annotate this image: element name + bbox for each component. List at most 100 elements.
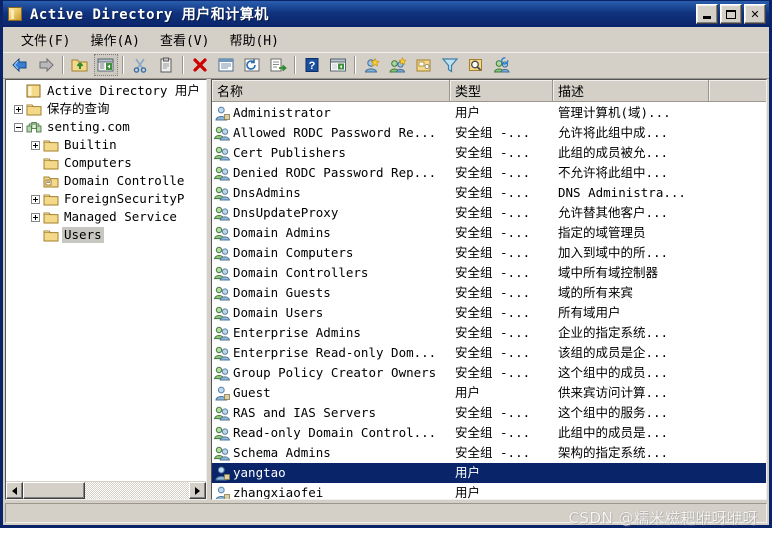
table-row[interactable]: Read-only Domain Control... 安全组 -... 此组中的成… — [212, 423, 766, 443]
table-row[interactable]: Domain Guests 安全组 -... 域的所有来宾 — [212, 283, 766, 303]
tree-node-foreign-security-principals[interactable]: ForeignSecurityP — [8, 190, 206, 208]
screenshot-root: Active Directory 用户和计算机 ✕ 文件(F) 操作(A) 查看… — [0, 0, 772, 542]
cell-name: DnsUpdateProxy — [212, 204, 450, 222]
menu-view[interactable]: 查看(V) — [150, 28, 219, 51]
refresh-icon[interactable] — [240, 54, 264, 76]
delete-x-icon[interactable] — [188, 54, 212, 76]
tree-node-builtin[interactable]: Builtin — [8, 136, 206, 154]
cell-description: 允许将此组中成... — [558, 125, 669, 140]
minimize-button[interactable] — [696, 4, 718, 24]
cell-name-text: yangtao — [233, 465, 286, 480]
scroll-left-button[interactable] — [6, 482, 23, 499]
menu-bar: 文件(F) 操作(A) 查看(V) 帮助(H) — [3, 27, 769, 52]
tree-expander[interactable] — [27, 208, 43, 226]
list-body[interactable]: Administrator 用户 管理计算机(域)... Allowed RODC P… — [212, 102, 766, 499]
tree-expander[interactable] — [10, 118, 26, 136]
table-row[interactable]: Domain Controllers 安全组 -... 域中所有域控制器 — [212, 263, 766, 283]
cell-type: 用户 — [455, 105, 481, 120]
new-ou-icon[interactable] — [412, 54, 436, 76]
table-row[interactable]: DnsAdmins 安全组 -... DNS Administra... — [212, 183, 766, 203]
filter-funnel-icon[interactable] — [438, 54, 462, 76]
table-row[interactable]: Denied RODC Password Rep... 安全组 -... 不允许将此… — [212, 163, 766, 183]
cell-name-text: Domain Admins — [233, 225, 331, 240]
table-row[interactable]: Cert Publishers 安全组 -... 此组的成员被允... — [212, 143, 766, 163]
table-row[interactable]: Domain Users 安全组 -... 所有域用户 — [212, 303, 766, 323]
group-icon — [214, 245, 230, 261]
scroll-right-button[interactable] — [189, 482, 206, 499]
show-console-tree-icon[interactable] — [94, 54, 118, 76]
scroll-thumb[interactable] — [23, 482, 85, 499]
toolbar-separator — [182, 56, 184, 74]
column-header-description[interactable]: 描述 — [553, 80, 709, 101]
cell-name-text: Domain Guests — [233, 285, 331, 300]
cell-description: 供来宾访问计算... — [558, 385, 669, 400]
table-row[interactable]: Allowed RODC Password Re... 安全组 -... 允许将此组… — [212, 123, 766, 143]
find-icon[interactable] — [464, 54, 488, 76]
add-members-icon[interactable] — [490, 54, 514, 76]
cell-description: 此组中的成员是... — [558, 425, 669, 440]
new-group-icon[interactable] — [386, 54, 410, 76]
table-row[interactable]: Enterprise Admins 安全组 -... 企业的指定系统... — [212, 323, 766, 343]
cut-scissors-icon[interactable] — [128, 54, 152, 76]
tree-node-domain-senting-com[interactable]: senting.com — [8, 118, 206, 136]
tree-node-label: ForeignSecurityP — [64, 191, 185, 206]
console-tree[interactable]: Active Directory 用户 保存的查询 senting.com Bu… — [6, 80, 206, 481]
cell-description: 域的所有来宾 — [558, 285, 634, 300]
tree-node-computers[interactable]: Computers — [8, 154, 206, 172]
paste-clipboard-icon[interactable] — [154, 54, 178, 76]
table-row[interactable]: RAS and IAS Servers 安全组 -... 这个组中的服务... — [212, 403, 766, 423]
help-question-icon[interactable]: ? — [300, 54, 324, 76]
tree-node-saved-queries[interactable]: 保存的查询 — [8, 100, 206, 118]
column-header-name[interactable]: 名称 — [212, 80, 450, 101]
tree-node-users[interactable]: Users — [8, 226, 206, 244]
column-header-filler[interactable] — [709, 80, 766, 101]
table-row[interactable]: zhangxiaofei 用户 — [212, 483, 766, 499]
cell-name-text: Domain Users — [233, 305, 324, 320]
table-row[interactable]: Domain Computers 安全组 -... 加入到域中的所... — [212, 243, 766, 263]
properties-icon[interactable] — [214, 54, 238, 76]
table-row[interactable]: Administrator 用户 管理计算机(域)... — [212, 103, 766, 123]
cell-type: 安全组 -... — [455, 165, 531, 180]
tree-node-active-directory-root[interactable]: Active Directory 用户 — [8, 82, 206, 100]
cell-name-text: Read-only Domain Control... — [233, 425, 437, 440]
tree-horizontal-scrollbar[interactable] — [6, 481, 206, 499]
cell-name: yangtao — [212, 464, 450, 482]
cell-name-text: Enterprise Read-only Dom... — [233, 345, 437, 360]
table-row[interactable]: Enterprise Read-only Dom... 安全组 -... 该组的成员… — [212, 343, 766, 363]
console-window-icon[interactable] — [326, 54, 350, 76]
maximize-button[interactable] — [720, 4, 742, 24]
cell-name: Domain Computers — [212, 244, 450, 262]
up-folder-icon[interactable] — [68, 54, 92, 76]
table-row[interactable]: Guest 用户 供来宾访问计算... — [212, 383, 766, 403]
back-arrow-icon[interactable] — [8, 54, 32, 76]
tree-expander[interactable] — [27, 136, 43, 154]
table-row[interactable]: Domain Admins 安全组 -... 指定的域管理员 — [212, 223, 766, 243]
toolbar: ? — [3, 52, 769, 79]
folder-icon — [43, 156, 59, 171]
tree-node-domain-controllers[interactable]: Domain Controlle — [8, 172, 206, 190]
tree-expander[interactable] — [10, 100, 26, 118]
tree-expander[interactable] — [27, 190, 43, 208]
menu-help[interactable]: 帮助(H) — [219, 28, 288, 51]
cell-name-text: Domain Computers — [233, 245, 354, 260]
table-row[interactable]: yangtao 用户 — [212, 463, 766, 483]
group-icon — [214, 185, 230, 201]
export-list-icon[interactable] — [266, 54, 290, 76]
cell-type: 安全组 -... — [455, 445, 531, 460]
cell-description: 指定的域管理员 — [558, 225, 646, 240]
menu-action[interactable]: 操作(A) — [80, 28, 149, 51]
table-row[interactable]: Group Policy Creator Owners 安全组 -... 这个组中的… — [212, 363, 766, 383]
group-icon — [214, 125, 230, 141]
cell-type: 安全组 -... — [455, 265, 531, 280]
menu-file[interactable]: 文件(F) — [11, 28, 80, 51]
cell-name: Domain Controllers — [212, 264, 450, 282]
table-row[interactable]: Schema Admins 安全组 -... 架构的指定系统... — [212, 443, 766, 463]
scroll-track[interactable] — [23, 482, 189, 499]
tree-node-managed-service-accounts[interactable]: Managed Service — [8, 208, 206, 226]
forward-arrow-icon[interactable] — [34, 54, 58, 76]
column-header-type[interactable]: 类型 — [450, 80, 553, 101]
table-row[interactable]: DnsUpdateProxy 安全组 -... 允许替其他客户... — [212, 203, 766, 223]
cell-description: 企业的指定系统... — [558, 325, 669, 340]
new-user-icon[interactable] — [360, 54, 384, 76]
close-button[interactable]: ✕ — [744, 4, 766, 24]
